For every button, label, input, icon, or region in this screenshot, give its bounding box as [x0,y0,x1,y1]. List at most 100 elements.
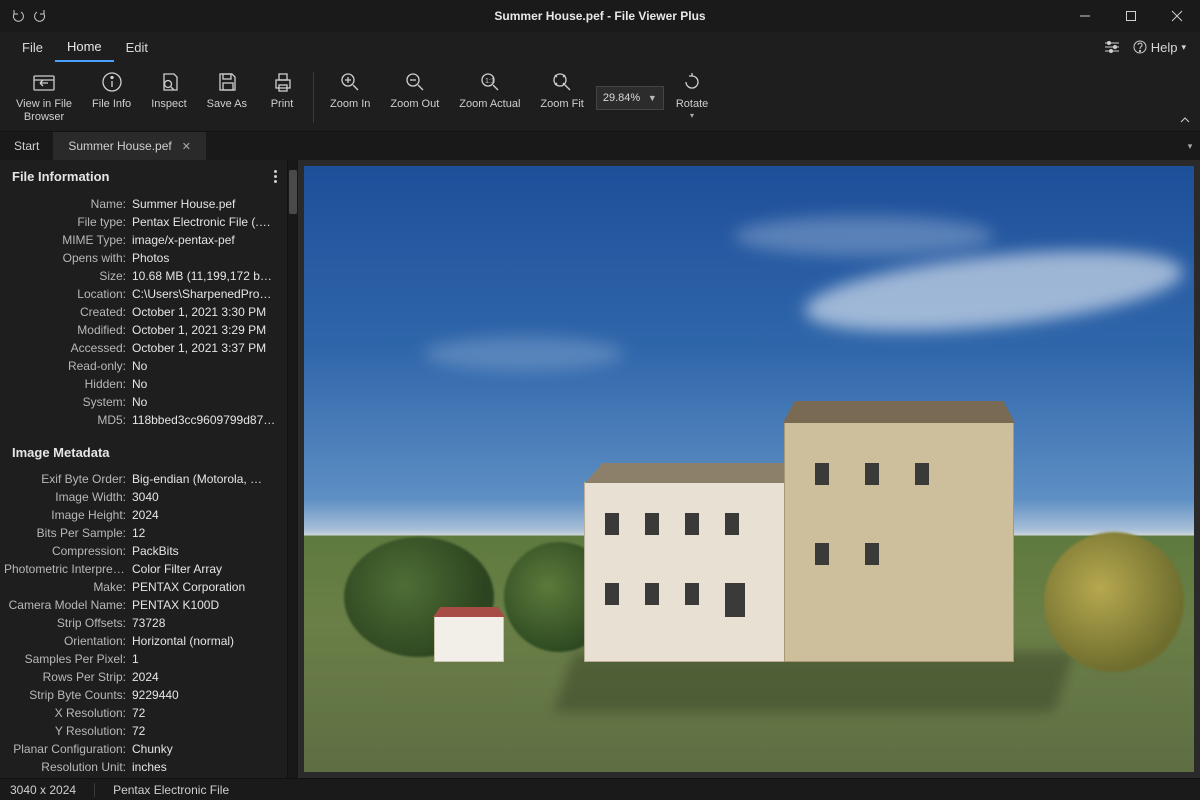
property-row: Size:10.68 MB (11,199,172 bytes) [4,267,277,285]
rotate-button[interactable]: Rotate ▾ [668,66,716,120]
settings-icon[interactable] [1103,40,1121,54]
close-tab-button[interactable]: ✕ [182,140,191,153]
property-row: Strip Byte Counts:9229440 [4,686,277,704]
property-value: No [132,375,277,393]
property-value: PENTAX Corporation [132,578,277,596]
collapse-ribbon-button[interactable] [1176,111,1194,129]
property-row: Opens with:Photos [4,249,277,267]
property-row: Hidden:No [4,375,277,393]
undo-button[interactable] [10,8,26,24]
save-icon [216,68,238,96]
chevron-down-icon: ▼ [648,93,657,103]
svg-text:1:1: 1:1 [485,78,495,85]
menu-home[interactable]: Home [55,32,114,62]
property-key: Photometric Interpretat…: [4,560,132,578]
zoom-fit-button[interactable]: Zoom Fit [532,66,591,111]
redo-button[interactable] [32,8,48,24]
rotate-icon [681,68,703,96]
property-row: Read-only:No [4,357,277,375]
property-key: Accessed: [4,339,132,357]
property-key: Image Height: [4,506,132,524]
property-value: 73728 [132,614,277,632]
tab-file[interactable]: Summer House.pef ✕ [54,132,206,160]
property-value: inches [132,758,277,776]
property-key: Modified: [4,321,132,339]
property-row: Resolution Unit:inches [4,758,277,776]
view-in-file-browser-button[interactable]: View in File Browser [8,66,80,124]
property-value: Big-endian (Motorola, … [132,470,277,488]
app-window: Summer House.pef - File Viewer Plus File… [0,0,1200,800]
property-key: System: [4,393,132,411]
tabs-overflow-button[interactable]: ▾ [1180,132,1200,160]
property-value: 2024 [132,506,277,524]
minimize-button[interactable] [1062,0,1108,32]
property-row: Bits Per Sample:12 [4,524,277,542]
property-row: Image Height:2024 [4,506,277,524]
maximize-button[interactable] [1108,0,1154,32]
scrollbar-thumb[interactable] [289,170,297,214]
property-key: Resolution Unit: [4,758,132,776]
property-key: Exif Byte Order: [4,470,132,488]
property-value: 9229440 [132,686,277,704]
property-key: Compression: [4,542,132,560]
property-row: Strip Offsets:73728 [4,614,277,632]
menubar: File Home Edit Help ▾ [0,32,1200,62]
zoom-out-icon [404,68,426,96]
property-row: MD5:118bbed3cc9609799d872ff44ec… [4,411,277,429]
window-title: Summer House.pef - File Viewer Plus [0,9,1200,23]
menu-edit[interactable]: Edit [114,32,160,62]
property-value: Pentax Electronic File (.pef) [132,213,277,231]
save-as-button[interactable]: Save As [199,66,255,111]
close-button[interactable] [1154,0,1200,32]
file-info-button[interactable]: File Info [84,66,139,111]
menu-file[interactable]: File [10,32,55,62]
property-key: Hidden: [4,375,132,393]
property-value: 118bbed3cc9609799d872ff44ec… [132,411,277,429]
property-key: Image Width: [4,488,132,506]
property-value: Chunky [132,740,277,758]
tab-start[interactable]: Start [0,132,54,160]
panel-title: File Information [12,169,110,184]
inspect-button[interactable]: Inspect [143,66,194,111]
property-key: Camera Model Name: [4,596,132,614]
sidebar-scrollbar[interactable] [288,160,298,778]
property-row: Y Resolution:72 [4,722,277,740]
panel-menu-button[interactable] [270,168,281,185]
property-value: Summer House.pef [132,195,277,213]
property-key: Samples Per Pixel: [4,650,132,668]
property-key: Location: [4,285,132,303]
property-value: C:\Users\SharpenedProduction… [132,285,277,303]
property-key: Rows Per Strip: [4,668,132,686]
property-value: PackBits [132,542,277,560]
zoom-out-button[interactable]: Zoom Out [382,66,447,111]
main-area: File Information Name:Summer House.pefFi… [0,160,1200,778]
zoom-actual-icon: 1:1 [479,68,501,96]
zoom-level-input[interactable]: 29.84% ▼ [596,86,664,110]
zoom-in-button[interactable]: Zoom In [322,66,378,111]
status-format: Pentax Electronic File [113,783,229,797]
image-canvas [304,166,1194,772]
menu-help[interactable]: Help ▾ [1133,40,1186,55]
property-value: image/x-pentax-pef [132,231,277,249]
property-key: Bits Per Sample: [4,524,132,542]
property-value: 3040 [132,488,277,506]
property-value: 10.68 MB (11,199,172 bytes) [132,267,277,285]
property-row: Camera Model Name:PENTAX K100D [4,596,277,614]
property-row: Exif Byte Order:Big-endian (Motorola, … [4,470,277,488]
info-sidebar: File Information Name:Summer House.pefFi… [0,160,288,778]
property-value: 1 [132,650,277,668]
property-value: 2024 [132,668,277,686]
property-key: MIME Type: [4,231,132,249]
property-key: MD5: [4,411,132,429]
property-row: Orientation:Horizontal (normal) [4,632,277,650]
property-value: October 1, 2021 3:29 PM [132,321,277,339]
property-row: Rows Per Strip:2024 [4,668,277,686]
help-label: Help [1151,40,1178,55]
property-row: Accessed:October 1, 2021 3:37 PM [4,339,277,357]
property-key: Y Resolution: [4,722,132,740]
image-viewer[interactable] [298,160,1200,778]
property-value: October 1, 2021 3:37 PM [132,339,277,357]
zoom-actual-button[interactable]: 1:1 Zoom Actual [451,66,528,111]
print-button[interactable]: Print [259,66,305,111]
property-row: Samples Per Pixel:1 [4,650,277,668]
